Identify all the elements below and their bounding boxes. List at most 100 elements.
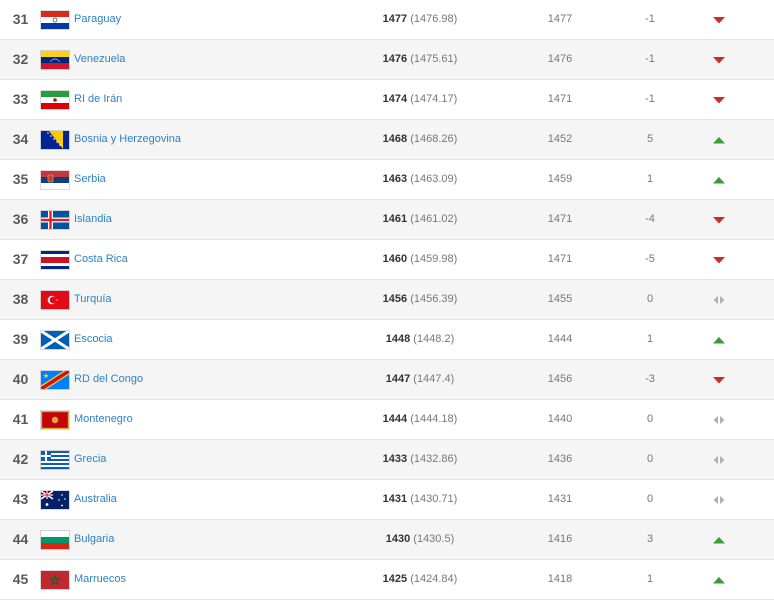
points-rounded: 1430 <box>385 533 411 545</box>
previous-points: 1471 <box>547 213 573 225</box>
rank-number: 40 <box>12 371 29 387</box>
table-row: 34 Bosnia y Herzegovina 1468 (1468.26) 1… <box>0 120 774 160</box>
team-name-link[interactable]: Bosnia y Herzegovina <box>74 120 181 159</box>
scotland-flag-icon <box>41 331 69 349</box>
rank-number: 41 <box>12 411 29 427</box>
arrow-down-icon <box>712 95 726 105</box>
rank-change: 0 <box>646 493 654 505</box>
total-points: 1477 (1476.98) <box>300 0 540 39</box>
rank-change: 3 <box>646 533 654 545</box>
previous-points: 1444 <box>547 333 573 345</box>
points-rounded: 1463 <box>382 173 408 185</box>
total-points: 1461 (1461.02) <box>300 200 540 239</box>
points-exact: (1430.5) <box>413 533 455 545</box>
previous-points: 1476 <box>547 53 573 65</box>
rank-number: 32 <box>12 51 29 67</box>
table-row: 43 Australia 1431 (1430.71) 1431 0 <box>0 480 774 520</box>
rank-number: 33 <box>12 91 29 107</box>
arrow-up-icon <box>712 335 726 345</box>
venezuela-flag-icon <box>41 51 69 69</box>
team-name-link[interactable]: Marruecos <box>74 560 126 599</box>
ranking-table: 31 Paraguay 1477 (1476.98) 1477 -1 32 Ve… <box>0 0 774 600</box>
team-name-link[interactable]: Bulgaria <box>74 520 114 559</box>
points-exact: (1444.18) <box>410 413 458 425</box>
costarica-flag-icon <box>41 251 69 269</box>
rank-change: 0 <box>646 293 654 305</box>
points-exact: (1432.86) <box>410 453 458 465</box>
team-name-link[interactable]: Montenegro <box>74 400 133 439</box>
rank-change: 1 <box>646 573 654 585</box>
previous-points: 1459 <box>547 173 573 185</box>
australia-flag-icon <box>41 491 69 509</box>
points-exact: (1463.09) <box>410 173 458 185</box>
points-rounded: 1433 <box>382 453 408 465</box>
greece-flag-icon <box>41 451 69 469</box>
team-name-link[interactable]: Grecia <box>74 440 106 479</box>
arrow-up-icon <box>712 135 726 145</box>
team-name-link[interactable]: Islandia <box>74 200 112 239</box>
team-name-link[interactable]: Serbia <box>74 160 106 199</box>
previous-points: 1440 <box>547 413 573 425</box>
points-rounded: 1474 <box>382 93 408 105</box>
previous-points: 1431 <box>547 493 573 505</box>
rank-change: 0 <box>646 453 654 465</box>
iran-flag-icon <box>41 91 69 109</box>
team-name-link[interactable]: RD del Congo <box>74 360 143 399</box>
no-change-icon <box>712 495 726 505</box>
drcongo-flag-icon <box>41 371 69 389</box>
rank-number: 44 <box>12 531 29 547</box>
table-row: 42 Grecia 1433 (1432.86) 1436 0 <box>0 440 774 480</box>
total-points: 1447 (1447.4) <box>300 360 540 399</box>
rank-number: 45 <box>12 571 29 587</box>
arrow-down-icon <box>712 215 726 225</box>
previous-points: 1455 <box>547 293 573 305</box>
previous-points: 1471 <box>547 253 573 265</box>
points-rounded: 1461 <box>382 213 408 225</box>
table-row: 32 Venezuela 1476 (1475.61) 1476 -1 <box>0 40 774 80</box>
team-name-link[interactable]: Australia <box>74 480 117 519</box>
table-row: 44 Bulgaria 1430 (1430.5) 1416 3 <box>0 520 774 560</box>
table-row: 45 Marruecos 1425 (1424.84) 1418 1 <box>0 560 774 600</box>
paraguay-flag-icon <box>41 11 69 29</box>
no-change-icon <box>712 455 726 465</box>
arrow-down-icon <box>712 55 726 65</box>
points-rounded: 1476 <box>382 53 408 65</box>
team-name-link[interactable]: Venezuela <box>74 40 125 79</box>
arrow-up-icon <box>712 575 726 585</box>
points-rounded: 1447 <box>385 373 411 385</box>
team-name-link[interactable]: Costa Rica <box>74 240 128 279</box>
total-points: 1448 (1448.2) <box>300 320 540 359</box>
rank-number: 37 <box>12 251 29 267</box>
previous-points: 1456 <box>547 373 573 385</box>
team-name-link[interactable]: RI de Irán <box>74 80 122 119</box>
rank-change: 1 <box>646 333 654 345</box>
arrow-up-icon <box>712 175 726 185</box>
rank-number: 35 <box>12 171 29 187</box>
rank-change: -3 <box>645 373 655 385</box>
points-rounded: 1456 <box>382 293 408 305</box>
montenegro-flag-icon <box>41 411 69 429</box>
rank-change: -5 <box>645 253 655 265</box>
table-row: 38 Turquía 1456 (1456.39) 1455 0 <box>0 280 774 320</box>
rank-change: -1 <box>645 53 655 65</box>
points-exact: (1447.4) <box>413 373 455 385</box>
rank-number: 31 <box>12 11 29 27</box>
points-exact: (1456.39) <box>410 293 458 305</box>
arrow-down-icon <box>712 375 726 385</box>
table-row: 40 RD del Congo 1447 (1447.4) 1456 -3 <box>0 360 774 400</box>
points-exact: (1461.02) <box>410 213 458 225</box>
team-name-link[interactable]: Paraguay <box>74 0 121 39</box>
rank-change: 5 <box>646 133 654 145</box>
points-exact: (1424.84) <box>410 573 458 585</box>
rank-number: 43 <box>12 491 29 507</box>
total-points: 1456 (1456.39) <box>300 280 540 319</box>
team-name-link[interactable]: Turquía <box>74 280 112 319</box>
points-rounded: 1431 <box>382 493 408 505</box>
points-rounded: 1477 <box>382 13 408 25</box>
rank-number: 36 <box>12 211 29 227</box>
arrow-down-icon <box>712 255 726 265</box>
previous-points: 1416 <box>547 533 573 545</box>
team-name-link[interactable]: Escocia <box>74 320 113 359</box>
total-points: 1431 (1430.71) <box>300 480 540 519</box>
no-change-icon <box>712 415 726 425</box>
